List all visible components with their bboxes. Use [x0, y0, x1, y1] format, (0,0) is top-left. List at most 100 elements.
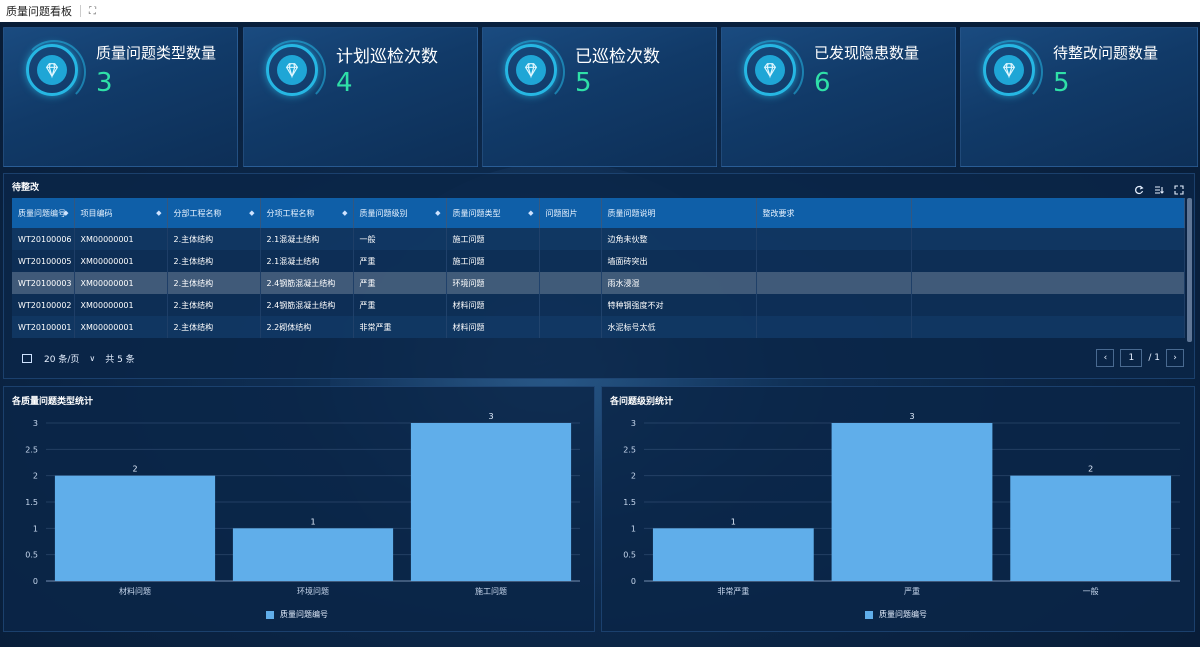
chart-legend[interactable]: 质量问题编号 [865, 609, 927, 620]
table-cell-filler [911, 272, 1185, 294]
bar-data-label: 2 [1088, 465, 1093, 474]
table-cell [756, 250, 912, 272]
table-cell: XM00000001 [74, 294, 168, 316]
diamond-icon [1002, 63, 1016, 79]
stat-label: 质量问题类型数量 [96, 44, 217, 62]
column-header[interactable]: 整改要求 [756, 198, 912, 228]
column-header[interactable]: 项目编码 ◆ [74, 198, 168, 228]
column-header[interactable]: 分部工程名称 ◆ [167, 198, 261, 228]
table-cell-filler [911, 294, 1185, 316]
y-tick-label: 2.5 [623, 445, 636, 454]
table-cell [756, 294, 912, 316]
table-cell: 2.1混凝土结构 [260, 228, 354, 250]
y-tick-label: 0 [33, 577, 38, 586]
table-cell: 边角未伙整 [601, 228, 757, 250]
table-row-selected[interactable]: WT20100003 XM00000001 2.主体结构 2.4钢筋混凝土结构 … [12, 272, 1185, 294]
page-size-select[interactable]: 20 条/页 [44, 352, 79, 365]
table-tools [1134, 180, 1184, 195]
table-cell [539, 272, 602, 294]
bar-data-label: 2 [132, 465, 137, 474]
table-cell: 2.主体结构 [167, 228, 261, 250]
bar-data-label: 3 [488, 412, 493, 421]
table-row[interactable]: WT20100002 XM00000001 2.主体结构 2.4钢筋混凝土结构 … [12, 294, 1185, 316]
y-tick-label: 0.5 [25, 551, 38, 560]
stat-ring [22, 40, 86, 104]
x-tick-label: 材料问题 [119, 586, 151, 596]
chart-legend[interactable]: 质量问题编号 [266, 609, 328, 620]
stat-card-problem-types: 质量问题类型数量 3 [3, 27, 238, 167]
table-cell: WT20100006 [12, 228, 75, 250]
stat-card-planned-inspections: 计划巡检次数 4 [243, 27, 478, 167]
column-toggle-icon[interactable] [22, 353, 32, 363]
vertical-scrollbar[interactable] [1187, 198, 1192, 342]
divider [80, 5, 81, 17]
stat-value: 3 [96, 68, 113, 98]
diamond-icon [763, 63, 777, 79]
table-cell: XM00000001 [74, 250, 168, 272]
panel-title: 待整改 [12, 183, 40, 193]
column-header[interactable]: 分项工程名称 ◆ [260, 198, 354, 228]
column-header[interactable]: 质量问题类型 ◆ [446, 198, 540, 228]
table-header-row: 质量问题编号 ◆ 项目编码 ◆ 分部工程名称 ◆ 分项工程名称 ◆ 质量问题级别 ◆ 质量… [12, 198, 1185, 228]
stat-value: 6 [814, 68, 831, 98]
table-cell: XM00000001 [74, 272, 168, 294]
table-cell: 2.1混凝土结构 [260, 250, 354, 272]
fullscreen-icon[interactable] [1174, 180, 1184, 195]
column-header[interactable]: 问题图片 [539, 198, 602, 228]
table-cell: 严重 [353, 272, 447, 294]
table-cell: 2.4钢筋混凝土结构 [260, 294, 354, 316]
diamond-icon [45, 63, 59, 79]
stat-value: 4 [336, 68, 353, 98]
y-tick-label: 0.5 [623, 551, 636, 560]
table-cell: 施工问题 [446, 228, 540, 250]
column-header[interactable]: 质量问题级别 ◆ [353, 198, 447, 228]
chart-bar [831, 423, 993, 581]
table-row[interactable]: WT20100006 XM00000001 2.主体结构 2.1混凝土结构 一般… [12, 228, 1185, 250]
stat-label: 计划巡检次数 [336, 47, 438, 67]
bar-data-label: 1 [731, 517, 736, 526]
x-tick-label: 严重 [904, 586, 920, 596]
stat-cards: 质量问题类型数量 3 计划巡检次数 4 已巡检次数 5 已发现隐患数量 6 待整… [0, 27, 1200, 167]
fullscreen-icon[interactable]: ⛶ [89, 6, 96, 17]
table-cell: 环境问题 [446, 272, 540, 294]
total-count: 共 5 条 [105, 354, 135, 365]
table-cell-filler [911, 228, 1185, 250]
table-row[interactable]: WT20100001 XM00000001 2.主体结构 2.2砌体结构 非常严… [12, 316, 1185, 338]
diamond-icon [524, 63, 538, 79]
column-header[interactable]: 质量问题编号 ◆ [12, 198, 75, 228]
column-header-filler [911, 198, 1185, 228]
chevron-down-icon[interactable]: ∨ [89, 354, 95, 363]
sort-icon: ◆ [63, 209, 69, 217]
dashboard: 质量问题类型数量 3 计划巡检次数 4 已巡检次数 5 已发现隐患数量 6 待整… [0, 22, 1200, 647]
y-tick-label: 2 [631, 472, 636, 481]
refresh-icon[interactable] [1134, 180, 1144, 195]
pagination: 20 条/页 ∨ 共 5 条 ‹ 1 / 1 › [12, 348, 1184, 368]
table-cell [539, 228, 602, 250]
table-cell: 材料问题 [446, 316, 540, 338]
stat-ring [501, 40, 565, 104]
chart-bar [410, 423, 572, 581]
next-page-button[interactable]: › [1166, 349, 1184, 367]
y-tick-label: 1.5 [623, 498, 636, 507]
x-tick-label: 非常严重 [717, 586, 749, 596]
sort-icon: ◆ [435, 209, 441, 217]
table-cell: 施工问题 [446, 250, 540, 272]
table-cell: 非常严重 [353, 316, 447, 338]
stat-ring [979, 40, 1043, 104]
legend-label: 质量问题编号 [280, 610, 328, 619]
legend-label: 质量问题编号 [879, 610, 927, 619]
stat-value: 5 [575, 68, 592, 98]
x-tick-label: 环境问题 [297, 586, 329, 596]
stat-card-pending-rectification: 待整改问题数量 5 [960, 27, 1198, 167]
table-cell: XM00000001 [74, 316, 168, 338]
column-settings-icon[interactable] [1154, 180, 1164, 194]
table-row[interactable]: WT20100005 XM00000001 2.主体结构 2.1混凝土结构 严重… [12, 250, 1185, 272]
y-tick-label: 2.5 [25, 445, 38, 454]
column-header[interactable]: 质量问题说明 [601, 198, 757, 228]
stat-ring [740, 40, 804, 104]
table-cell: WT20100002 [12, 294, 75, 316]
page-input[interactable]: 1 [1120, 349, 1143, 367]
stat-value: 5 [1053, 68, 1070, 98]
stat-label: 已发现隐患数量 [814, 44, 920, 62]
prev-page-button[interactable]: ‹ [1096, 349, 1115, 367]
